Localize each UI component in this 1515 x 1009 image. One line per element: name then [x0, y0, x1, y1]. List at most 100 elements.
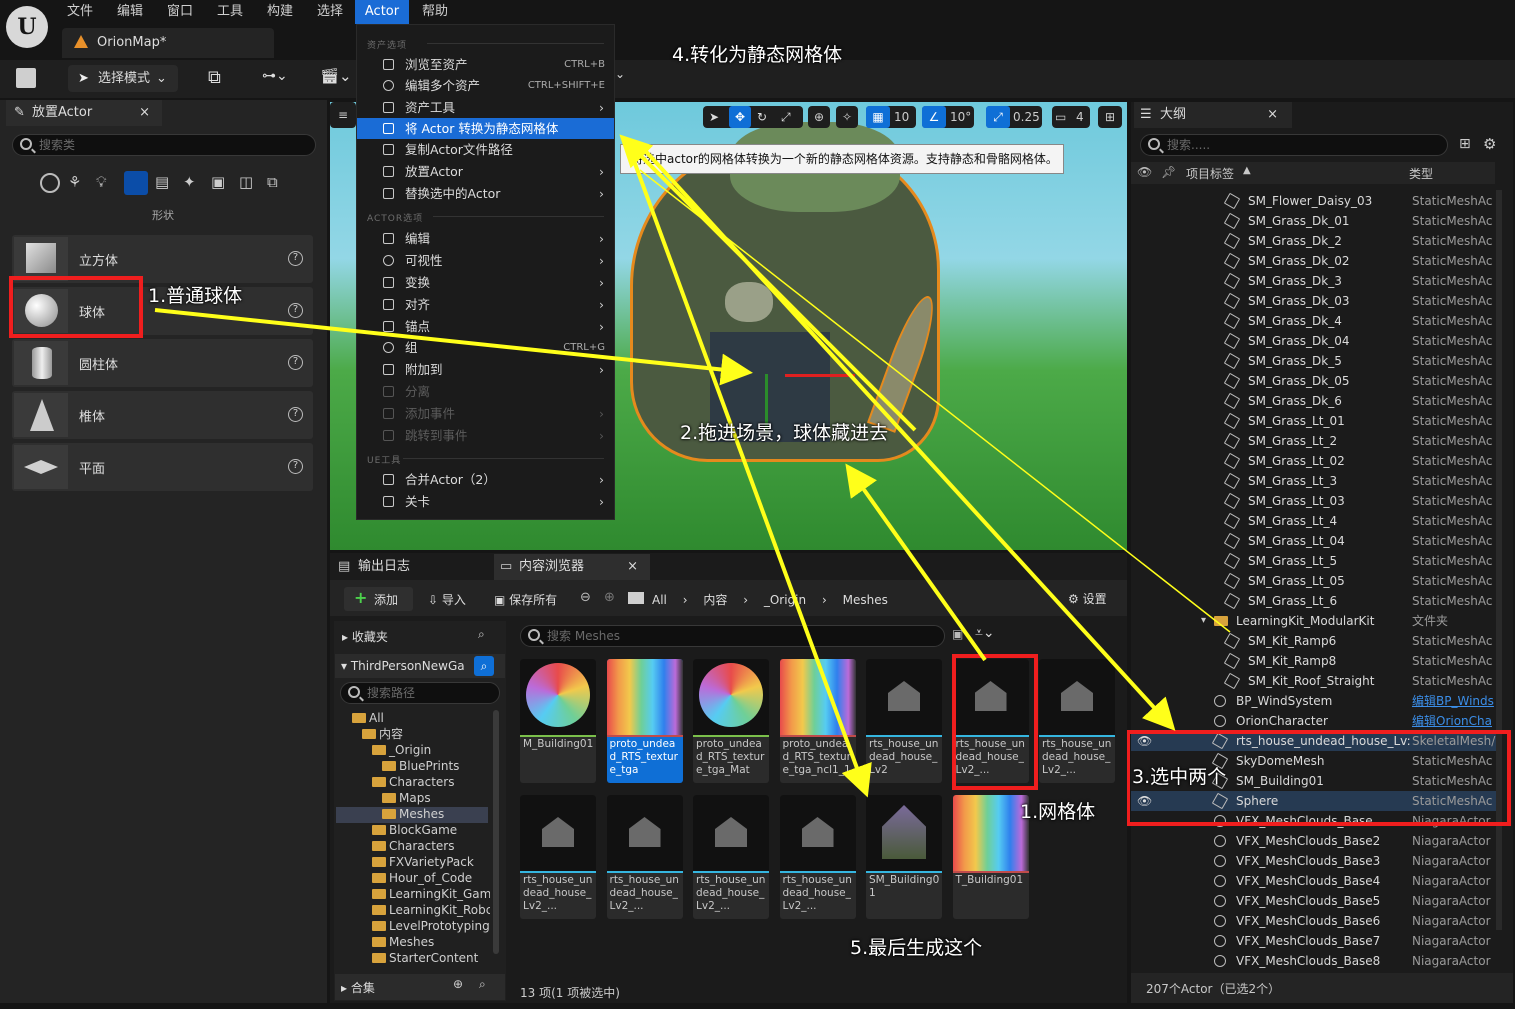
outliner-row[interactable]: VFX_MeshClouds_Base6 NiagaraActor	[1131, 911, 1497, 931]
menu-browse-to-asset[interactable]: 浏览至资产 CTRL+B	[357, 54, 614, 75]
column-item-label[interactable]: 项目标签	[1186, 165, 1234, 182]
menu-tools[interactable]: 工具	[217, 3, 243, 23]
unreal-logo-icon[interactable]: U	[6, 6, 48, 48]
outliner-row[interactable]: SM_Kit_Ramp6 StaticMeshAc	[1131, 631, 1497, 651]
asset-tile[interactable]: rts_house_undead_house_Lv2_...	[606, 795, 683, 919]
menu-group[interactable]: 组 CTRL+G	[357, 337, 614, 358]
outliner-row[interactable]: SM_Grass_Dk_05 StaticMeshAc	[1131, 371, 1497, 391]
outliner-row-type[interactable]: 编辑OrionCha	[1412, 711, 1496, 731]
folder-characters-2[interactable]: Characters	[372, 838, 455, 854]
menu-jump-to-event[interactable]: 跳转到事件 ›	[357, 425, 614, 446]
outliner-row[interactable]: SM_Grass_Dk_3 StaticMeshAc	[1131, 271, 1497, 291]
breadcrumb-all[interactable]: All	[652, 593, 667, 607]
outliner-row[interactable]: SM_Grass_Lt_02 StaticMeshAc	[1131, 451, 1497, 471]
save-search-icon[interactable]: ▣	[952, 627, 963, 641]
place-actor-tab[interactable]: ✎ 放置Actor ×	[6, 100, 162, 126]
outliner-row[interactable]: SM_Flower_Daisy_03 StaticMeshAc	[1131, 191, 1497, 211]
outliner-row[interactable]: SM_Grass_Lt_4 StaticMeshAc	[1131, 511, 1497, 531]
shape-cylinder[interactable]: 圆柱体 ?	[12, 339, 313, 387]
lights-icon[interactable]: 💡︎	[96, 173, 116, 193]
search-icon[interactable]: ⌕	[474, 656, 494, 676]
scale-icon[interactable]: ⤢	[781, 106, 791, 128]
outliner-row-type[interactable]: 编辑BP_Winds	[1412, 691, 1496, 711]
eye-column-icon[interactable]: 👁︎	[1137, 165, 1152, 179]
move-icon[interactable]: ✥	[729, 106, 751, 128]
menu-attach-to[interactable]: 附加到 ›	[357, 359, 614, 380]
outliner-row[interactable]: OrionCharacter 编辑OrionCha	[1131, 711, 1497, 731]
close-icon[interactable]: ×	[627, 554, 638, 580]
more-icon[interactable]: ⧉	[267, 173, 287, 193]
sort-ascending-icon[interactable]: ▲	[1243, 165, 1251, 176]
asset-tile[interactable]: rts_house_undead_house_Lv2_...	[693, 795, 769, 919]
outliner-row[interactable]: SM_Grass_Lt_3 StaticMeshAc	[1131, 471, 1497, 491]
help-icon[interactable]: ?	[288, 303, 303, 318]
breadcrumb-origin[interactable]: _Origin	[764, 593, 806, 607]
menu-level[interactable]: 关卡 ›	[357, 491, 614, 512]
folder-learningkit-games[interactable]: LearningKit_Gam	[372, 886, 490, 902]
shapes-category-icon[interactable]	[124, 171, 148, 195]
menu-window[interactable]: 窗口	[167, 3, 193, 23]
rotate-icon[interactable]: ↻	[757, 106, 767, 128]
folder-learningkit-robots[interactable]: LearningKit_Robc	[372, 902, 490, 918]
search-meshes-input[interactable]: 搜索 Meshes	[520, 625, 945, 647]
outliner-tab[interactable]: ☰ 大纲 ×	[1134, 102, 1292, 128]
history-forward-icon[interactable]: ⊕	[604, 590, 615, 605]
search-icon[interactable]: ⌕	[479, 977, 486, 992]
breadcrumb-meshes[interactable]: Meshes	[843, 593, 888, 607]
scale-snap-toggle[interactable]: ⤢ 0.25	[986, 106, 1042, 128]
asset-tile[interactable]: rts_house_undead_house_Lv2_...	[779, 795, 856, 919]
folder-fxvarietypack[interactable]: FXVarietyPack	[372, 854, 474, 870]
surface-snap-icon[interactable]: ✧	[836, 106, 858, 128]
folder-levelprototyping[interactable]: LevelPrototyping	[372, 918, 490, 934]
grid-snap-toggle[interactable]: ▦ 10	[866, 106, 916, 128]
outliner-row[interactable]: SM_Grass_Dk_04 StaticMeshAc	[1131, 331, 1497, 351]
folder-meshes[interactable]: Meshes	[372, 934, 434, 950]
menu-select[interactable]: 选择	[317, 3, 343, 23]
folder-blueprints[interactable]: BluePrints	[382, 758, 459, 774]
gear-icon[interactable]: ⚙	[1483, 135, 1496, 153]
pin-column-icon[interactable]: 📌︎	[1161, 165, 1176, 179]
save-icon[interactable]	[16, 68, 36, 88]
menu-edit[interactable]: 编辑 ›	[357, 228, 614, 249]
asset-tile[interactable]: SM_Building01	[866, 795, 942, 919]
shape-plane[interactable]: 平面 ?	[12, 443, 313, 491]
menu-merge-actors[interactable]: 合并Actor（2） ›	[357, 469, 614, 490]
folder-all[interactable]: All	[352, 710, 384, 726]
menu-replace-selected-actor[interactable]: 替换选中的Actor ›	[357, 183, 614, 204]
shape-cone[interactable]: 椎体 ?	[12, 391, 313, 439]
select-icon[interactable]: ➤	[709, 106, 719, 128]
play-options-chevron-icon[interactable]: ⌄	[615, 67, 625, 81]
folder-origin[interactable]: _Origin	[372, 742, 431, 758]
outliner-row[interactable]: VFX_MeshClouds_Base3 NiagaraActor	[1131, 851, 1497, 871]
add-button[interactable]: + 添加	[344, 587, 413, 611]
blueprint-icon[interactable]: ⊶⌄	[262, 68, 290, 88]
outliner-row[interactable]: SM_Grass_Dk_03 StaticMeshAc	[1131, 291, 1497, 311]
folders-scrollbar[interactable]	[493, 710, 499, 954]
import-button[interactable]: ⇩ 导入	[428, 591, 466, 608]
cinematic-icon[interactable]: ▤	[155, 173, 175, 193]
cinematics-icon[interactable]: 🎬︎⌄	[320, 67, 354, 87]
add-folder-icon[interactable]: ⊞	[1459, 136, 1471, 152]
help-icon[interactable]: ?	[288, 459, 303, 474]
folder-startercontent[interactable]: StarterContent	[372, 950, 478, 966]
filter-icon[interactable]: ⩡⌄	[975, 625, 995, 641]
content-browser-tab[interactable]: ▭ 内容浏览器 ×	[494, 554, 650, 580]
outliner-row[interactable]: SM_Grass_Dk_2 StaticMeshAc	[1131, 231, 1497, 251]
help-icon[interactable]: ?	[288, 407, 303, 422]
add-actor-icon[interactable]: ⧉	[208, 67, 230, 89]
add-collection-icon[interactable]: ⊕	[453, 977, 463, 991]
menu-actor[interactable]: Actor	[355, 0, 409, 24]
layout-icon[interactable]: ⊞	[1098, 106, 1122, 128]
asset-tile[interactable]: M_Building01	[520, 659, 596, 783]
asset-tile[interactable]: T_Building01	[952, 795, 1029, 919]
menu-transform[interactable]: 变换 ›	[357, 272, 614, 293]
asset-tile[interactable]: rts_house_undead_house_Lv2_...	[520, 795, 596, 919]
recent-icon[interactable]	[40, 173, 60, 193]
outliner-row[interactable]: SM_Kit_Roof_Straight StaticMeshAc	[1131, 671, 1497, 691]
outliner-row[interactable]: SM_Grass_Lt_5 StaticMeshAc	[1131, 551, 1497, 571]
transform-tools[interactable]: ➤ ✥ ↻ ⤢	[703, 106, 803, 128]
menu-add-event[interactable]: 添加事件 ›	[357, 403, 614, 424]
menu-edit[interactable]: 编辑	[117, 3, 143, 23]
column-type[interactable]: 类型	[1409, 165, 1433, 182]
asset-tile[interactable]: proto_undead_RTS_texture_tga	[606, 659, 683, 783]
